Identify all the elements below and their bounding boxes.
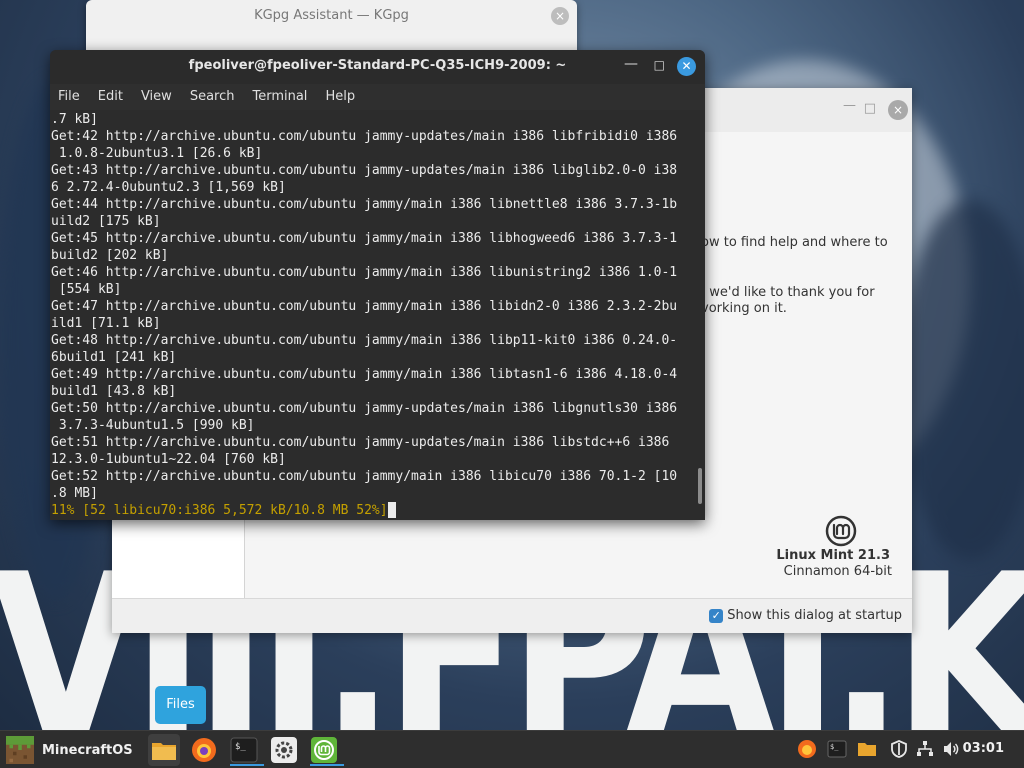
kgpg-close-icon[interactable]: ×: [551, 7, 569, 25]
terminal-icon: $_: [230, 737, 258, 763]
terminal-cursor: [387, 502, 396, 518]
firefox-icon: [192, 738, 216, 762]
menu-edit[interactable]: Edit: [98, 84, 131, 110]
terminal-output-line: Get:47 http://archive.ubuntu.com/ubuntu …: [51, 299, 678, 314]
svg-text:$_: $_: [830, 743, 839, 751]
linux-mint-logo-icon: [825, 515, 857, 547]
terminal-output-line: 12.3.0-1ubuntu1~22.04 [760 kB]: [51, 452, 286, 467]
settings-icon: [271, 737, 297, 763]
os-name: Linux Mint 21.3: [776, 548, 890, 563]
terminal-output[interactable]: .7 kB] Get:42 http://archive.ubuntu.com/u…: [50, 110, 705, 520]
menu-help[interactable]: Help: [325, 84, 363, 110]
terminal-output-line: uild2 [175 kB]: [51, 214, 161, 229]
terminal-menubar: File Edit View Search Terminal Help: [50, 84, 705, 110]
terminal-output-line: 6build1 [241 kB]: [51, 350, 177, 365]
terminal-window[interactable]: fpeoliver@fpeoliver-Standard-PC-Q35-ICH9…: [50, 50, 705, 520]
minecraft-grass-block-icon: [6, 736, 34, 764]
clock[interactable]: 03:01: [963, 741, 1004, 756]
taskbar: MinecraftOS $_ $_ 03:01: [0, 730, 1024, 768]
terminal-output-line: Get:44 http://archive.ubuntu.com/ubuntu …: [51, 197, 678, 212]
tray-files-icon[interactable]: [856, 738, 878, 760]
start-menu-button[interactable]: MinecraftOS: [6, 735, 133, 765]
svg-text:$_: $_: [235, 742, 246, 752]
terminal-output-line: ild1 [71.1 kB]: [51, 316, 161, 331]
terminal-output-line: build2 [202 kB]: [51, 248, 169, 263]
tray-firefox-icon[interactable]: [796, 738, 818, 760]
terminal-output-line: Get:45 http://archive.ubuntu.com/ubuntu …: [51, 231, 678, 246]
tray-terminal-icon[interactable]: $_: [826, 738, 848, 760]
terminal-titlebar[interactable]: fpeoliver@fpeoliver-Standard-PC-Q35-ICH9…: [50, 50, 705, 84]
menu-search[interactable]: Search: [190, 84, 243, 110]
mint-update-icon: [311, 737, 337, 763]
terminal-output-line: Get:52 http://archive.ubuntu.com/ubuntu …: [51, 469, 678, 484]
maximize-icon[interactable]: □: [864, 101, 876, 116]
terminal-output-line: 1.0.8-2ubuntu3.1 [26.6 kB]: [51, 146, 263, 161]
terminal-close-icon[interactable]: ✕: [677, 57, 696, 76]
minimize-icon[interactable]: —: [624, 56, 638, 72]
maximize-icon[interactable]: □: [654, 58, 665, 72]
taskbar-firefox-button[interactable]: [188, 734, 220, 766]
taskbar-settings-button[interactable]: [268, 734, 300, 766]
show-at-startup-checkbox[interactable]: ✓ Show this dialog at startup: [709, 608, 902, 623]
welcome-paragraph-thanks: , we'd like to thank you for vorking on …: [701, 285, 875, 316]
terminal-progress-line: 11% [52 libicu70:i386 5,572 kB/10.8 MB 5…: [51, 502, 705, 519]
taskbar-files-button[interactable]: [148, 734, 180, 766]
start-menu-label: MinecraftOS: [42, 742, 133, 758]
taskbar-terminal-button[interactable]: $_: [228, 734, 264, 766]
terminal-output-line: Get:51 http://archive.ubuntu.com/ubuntu …: [51, 435, 670, 450]
active-window-indicator: [310, 764, 344, 766]
network-icon[interactable]: [915, 739, 935, 759]
files-icon: [152, 743, 176, 760]
terminal-output-line: .7 kB]: [51, 112, 98, 127]
terminal-output-line: Get:42 http://archive.ubuntu.com/ubuntu …: [51, 129, 678, 144]
os-edition: Cinnamon 64-bit: [783, 564, 892, 579]
terminal-output-line: Get:43 http://archive.ubuntu.com/ubuntu …: [51, 163, 678, 178]
volume-icon[interactable]: [941, 739, 961, 759]
terminal-output-line: .8 MB]: [51, 486, 98, 501]
menu-file[interactable]: File: [58, 84, 88, 110]
terminal-output-line: 6 2.72.4-0ubuntu2.3 [1,569 kB]: [51, 180, 286, 195]
terminal-output-line: 3.7.3-4ubuntu1.5 [990 kB]: [51, 418, 255, 433]
terminal-output-line: Get:50 http://archive.ubuntu.com/ubuntu …: [51, 401, 678, 416]
terminal-output-line: Get:48 http://archive.ubuntu.com/ubuntu …: [51, 333, 678, 348]
terminal-output-line: Get:46 http://archive.ubuntu.com/ubuntu …: [51, 265, 678, 280]
terminal-output-line: Get:49 http://archive.ubuntu.com/ubuntu …: [51, 367, 678, 382]
welcome-footer: ✓ Show this dialog at startup: [112, 598, 912, 633]
terminal-output-line: build1 [43.8 kB]: [51, 384, 177, 399]
show-at-startup-label: Show this dialog at startup: [727, 608, 902, 623]
welcome-close-icon[interactable]: ×: [888, 100, 908, 120]
terminal-scrollbar[interactable]: [698, 468, 702, 504]
kgpg-window-title: KGpg Assistant — KGpg: [254, 8, 409, 23]
checkbox-checked-icon[interactable]: ✓: [709, 608, 724, 623]
minimize-icon[interactable]: —: [843, 98, 856, 113]
welcome-paragraph-help: ow to find help and where to: [701, 235, 888, 250]
shield-icon[interactable]: [889, 739, 909, 759]
files-tooltip: Files: [155, 686, 206, 724]
menu-terminal[interactable]: Terminal: [252, 84, 315, 110]
menu-view[interactable]: View: [141, 84, 180, 110]
terminal-title: fpeoliver@fpeoliver-Standard-PC-Q35-ICH9…: [188, 58, 567, 73]
terminal-output-line: [554 kB]: [51, 282, 122, 297]
active-window-indicator: [230, 764, 264, 766]
taskbar-mint-update-button[interactable]: [308, 734, 344, 766]
